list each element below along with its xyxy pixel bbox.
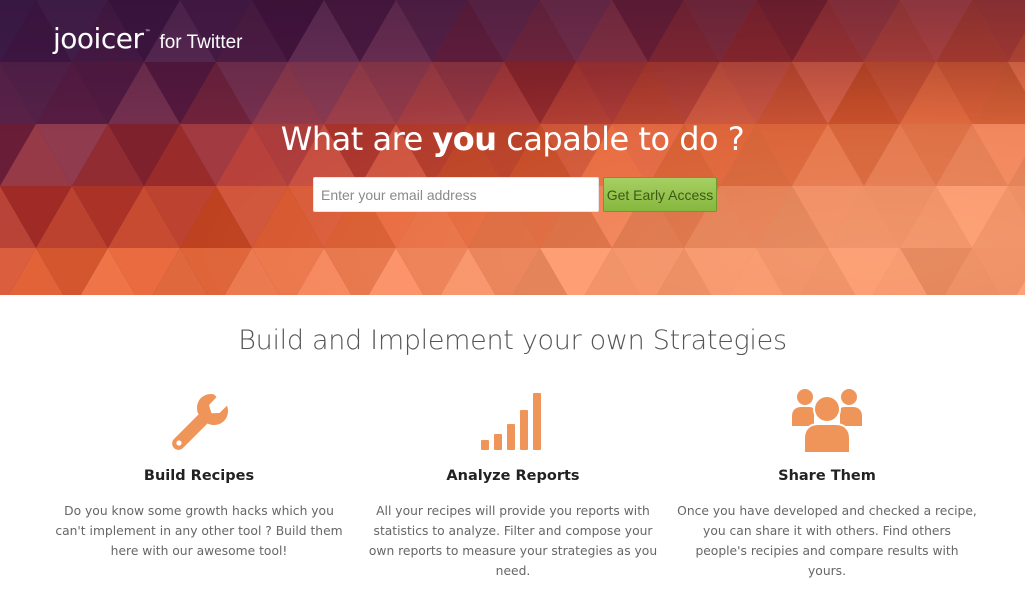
feature-description: Once you have developed and checked a re…	[677, 504, 977, 578]
hero-headline: What are you capable to do ?	[0, 120, 1025, 158]
feature-analyze-reports: Analyze Reports All your recipes will pr…	[363, 386, 663, 581]
hero-headline-after: capable to do ?	[496, 120, 745, 158]
hero-headline-emphasis: you	[432, 120, 497, 158]
brand-logo[interactable]: jooicer ™ for Twitter	[53, 22, 243, 55]
feature-description: Do you know some growth hacks which you …	[55, 504, 343, 558]
logo-suffix: for Twitter	[159, 32, 243, 53]
feature-title: Build Recipes	[143, 468, 255, 484]
feature-description: All your recipes will provide you report…	[368, 504, 658, 578]
feature-share-them: Share Them Once you have developed and c…	[677, 386, 977, 581]
get-early-access-button[interactable]: Get Early Access	[603, 177, 717, 212]
users-group-icon	[677, 386, 977, 456]
logo-trademark: ™	[144, 29, 151, 36]
features-section-title: Build and Implement your own Strategies	[238, 325, 787, 356]
logo-wordmark: jooicer	[53, 22, 144, 55]
hero-headline-before: What are	[280, 120, 433, 158]
bar-chart-icon	[363, 386, 663, 456]
feature-title: Analyze Reports	[446, 468, 580, 484]
signup-form: Get Early Access	[313, 177, 717, 212]
email-input[interactable]	[313, 177, 599, 212]
feature-title: Share Them	[778, 468, 876, 484]
wrench-icon	[49, 386, 349, 456]
feature-build-recipes: Build Recipes Do you know some growth ha…	[49, 386, 349, 561]
hero-banner: jooicer ™ for Twitter What are you capab…	[0, 0, 1025, 295]
